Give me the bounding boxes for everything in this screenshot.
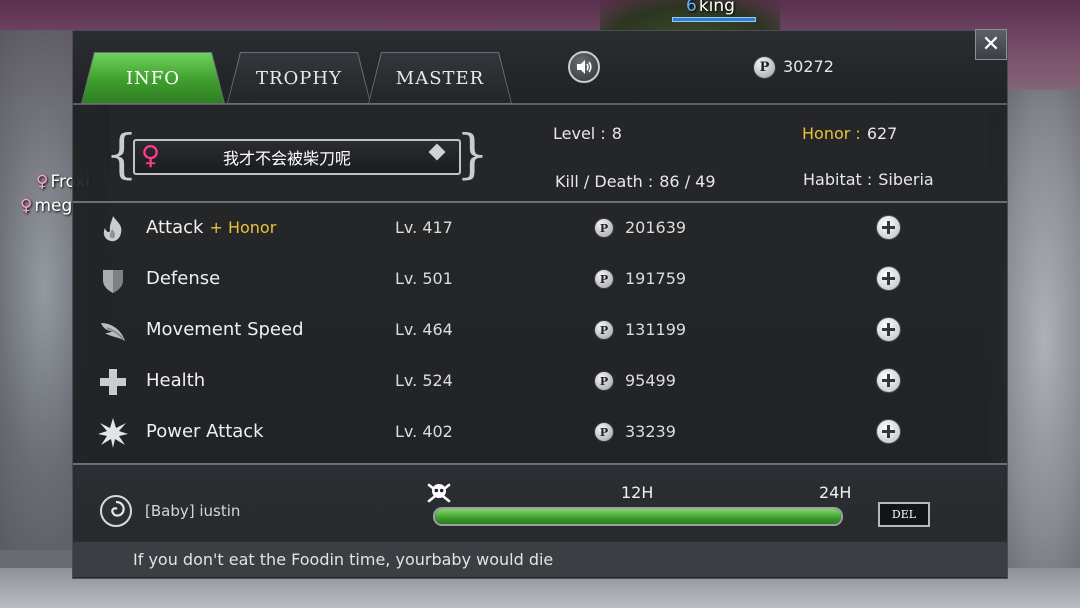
burst-icon (98, 418, 128, 448)
speaker-icon (577, 60, 592, 74)
upgrade-name: Defense (146, 268, 220, 289)
delete-baby-button[interactable]: DEL (878, 502, 930, 527)
upgrade-level: Lv. 501 (395, 269, 453, 288)
upgrade-level: Lv. 524 (395, 371, 453, 390)
female-icon: ♀ (141, 141, 161, 171)
upgrade-level: Lv. 417 (395, 218, 453, 237)
upgrade-label: Movement Speed (146, 319, 304, 340)
food-timer-bar (433, 507, 843, 526)
cross-icon (100, 369, 126, 395)
upgrade-movement-speed-button[interactable] (876, 317, 901, 342)
tab-info[interactable]: INFO (82, 53, 224, 103)
tab-master[interactable]: MASTER (369, 53, 511, 103)
points-coin-icon: P (594, 371, 614, 391)
honor-stat: Honor : 627 (802, 124, 897, 143)
upgrade-label: Health (146, 370, 206, 391)
upgrade-row-attack: Attack + Honor Lv. 417 P 201639 (73, 203, 1007, 254)
points-coin-icon: P (753, 56, 776, 79)
upgrade-cost: 131199 (625, 320, 687, 339)
upgrade-cost: 95499 (625, 371, 676, 390)
spiral-icon (111, 500, 125, 517)
honor-bonus-label: + Honor (209, 218, 277, 237)
baby-warning-text: If you don't eat the Foodin time, yourba… (133, 550, 554, 569)
upgrade-row-power-attack: Power Attack Lv. 402 P 33239 (73, 407, 1007, 458)
upgrade-power-attack-button[interactable] (876, 419, 901, 444)
player-name: 我才不会被柴刀呢 (223, 149, 352, 168)
player-info-panel: INFO TROPHY MASTER P 30272 { ♀ 我才不会被柴刀呢 … (72, 30, 1008, 579)
wing-icon (101, 323, 125, 341)
upgrade-label: Attack (146, 217, 204, 238)
upgrade-row-movement-speed: Movement Speed Lv. 464 P 131199 (73, 305, 1007, 356)
timer-mark-12h: 12H (621, 483, 654, 502)
baby-name: [Baby] iustin (145, 502, 241, 520)
level-stat: Level : 8 (553, 124, 622, 143)
female-icon: ♀ (36, 172, 49, 192)
points-coin-icon: P (594, 422, 614, 442)
baby-section: [Baby] iustin 12H 24H DEL If you don't e… (73, 465, 1007, 577)
timer-mark-24h: 24H (819, 483, 852, 502)
upgrade-name: Health (146, 370, 205, 391)
close-button[interactable]: ✕ (975, 29, 1007, 60)
upgrade-health-button[interactable] (876, 368, 901, 393)
flame-icon (103, 216, 122, 242)
upgrade-level: Lv. 464 (395, 320, 453, 339)
honor-value: 627 (866, 124, 898, 143)
player-symbol-icon: 6 (686, 0, 697, 16)
upgrade-cost: 201639 (625, 218, 687, 237)
food-timer-fill (435, 509, 841, 524)
upgrade-cost: 191759 (625, 269, 687, 288)
upgrade-name: Attack + Honor (146, 217, 276, 238)
upgrade-label: Defense (146, 268, 221, 289)
shield-icon (103, 270, 123, 293)
baby-icon[interactable] (100, 495, 132, 527)
points-coin-icon: P (594, 218, 614, 238)
panel-header: INFO TROPHY MASTER P 30272 (73, 31, 1007, 105)
habitat-stat: Habitat : Siberia (803, 170, 934, 189)
habitat-label: Habitat : (803, 170, 873, 189)
player-health-bar (672, 17, 756, 22)
player-name: king (698, 0, 735, 16)
points-coin-icon: P (594, 320, 614, 340)
honor-label: Honor : (802, 124, 861, 143)
level-value: 8 (611, 124, 622, 143)
points-coin-icon: P (594, 269, 614, 289)
habitat-value: Siberia (878, 170, 934, 189)
skull-crossbones-icon (427, 483, 451, 503)
player-name: meg (34, 196, 73, 216)
upgrade-cost: 33239 (625, 422, 676, 441)
upgrade-attack-button[interactable] (876, 215, 901, 240)
upgrade-label: Power Attack (146, 421, 264, 442)
kill-death-label: Kill / Death : (555, 172, 654, 191)
kill-death-stat: Kill / Death : 86 / 49 (555, 172, 716, 191)
upgrade-level: Lv. 402 (395, 422, 453, 441)
world-player-king[interactable]: 6 king (686, 0, 735, 16)
sound-toggle-button[interactable] (568, 51, 600, 83)
upgrade-row-defense: Defense Lv. 501 P 191759 (73, 254, 1007, 305)
upgrade-defense-button[interactable] (876, 266, 901, 291)
world-player-meg[interactable]: ♀ meg (20, 196, 72, 216)
female-icon: ♀ (20, 196, 33, 216)
tab-trophy[interactable]: TROPHY (228, 53, 370, 103)
level-label: Level : (553, 124, 606, 143)
name-plate: { ♀ 我才不会被柴刀呢 } (105, 129, 489, 185)
upgrade-name: Movement Speed (146, 319, 304, 340)
kill-death-value: 86 / 49 (659, 172, 716, 191)
upgrade-row-health: Health Lv. 524 P 95499 (73, 356, 1007, 407)
points-total: 30272 (783, 57, 834, 76)
upgrade-name: Power Attack (146, 421, 264, 442)
ornament-right: } (455, 125, 489, 185)
